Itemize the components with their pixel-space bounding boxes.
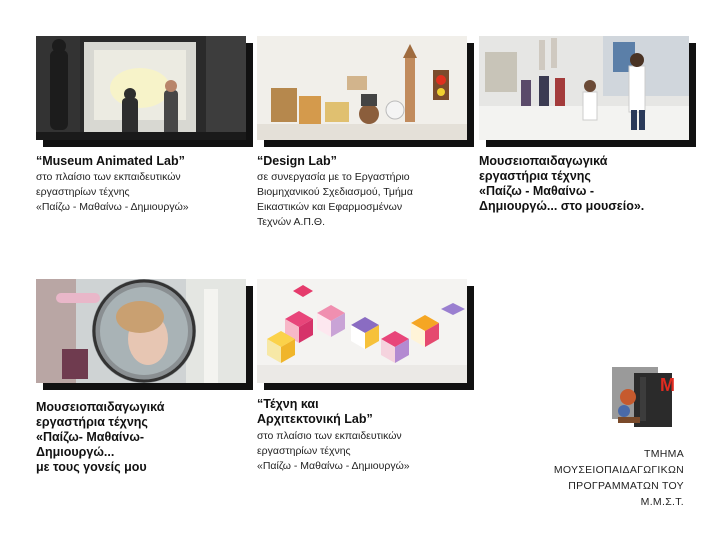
department-name: ΤΜΗΜΑ ΜΟΥΣΕΙΟΠΑΙΔΑΓΩΓΙΚΩΝ ΠΡΟΓΡΑΜΜΑΤΩΝ Τ… [554,446,684,510]
card-subtitle-line: στο πλαίσιο των εκπαιδευτικών [36,171,181,183]
card-title-line: «Παίζω- Μαθαίνω- [36,430,145,444]
card-subtitle-line: Εικαστικών και Εφαρμοσμένων [257,201,403,213]
card-title-line: “Design Lab” [257,154,337,168]
logo-letter: M [660,375,675,395]
card-title-line: Μουσειοπαιδαγωγικά [36,400,165,414]
card-subtitle-line: εργαστηρίων τέχνης [257,445,351,457]
paper-cube-structures-photo [257,279,467,383]
workshop-shadow-theatre-photo [36,36,246,140]
department-line: ΜΟΥΣΕΙΟΠΑΙΔΑΓΩΓΙΚΩΝ [553,464,684,476]
card-subtitle-line: στο πλαίσιο των εκπαιδευτικών [257,430,402,442]
card-subtitle-line: «Παίζω - Μαθαίνω - Δημιουργώ» [36,201,189,213]
card-subtitle-line: εργαστηρίων τέχνης [36,186,130,198]
department-line: Μ.Μ.Σ.Τ. [640,496,684,508]
card-title-line: Μουσειοπαιδαγωγικά [479,154,608,168]
card-title-line: με τους γονείς μου [36,460,147,474]
card-title-line: «Παίζω - Μαθαίνω - [479,184,595,198]
card-title-line: εργαστήρια τέχνης [36,415,148,429]
department-line: ΠΡΟΓΡΑΜΜΑΤΩΝ ΤΟΥ [568,480,684,492]
card-subtitle-line: Βιομηχανικού Σχεδιασμού, Τμήμα [257,186,413,198]
museum-logo-icon: M [612,367,684,433]
card-title-line: “Museum Animated Lab” [36,154,185,168]
card-title-line: Δημιουργώ... [36,445,115,459]
card-title-line: Δημιουργώ... στο μουσείο». [479,199,645,213]
card-subtitle-line: «Παίζω - Μαθαίνω - Δημιουργώ» [257,460,410,472]
design-lab-objects-photo [257,36,467,140]
card-title-line: “Τέχνη και [257,397,319,411]
card-subtitle-line: Τεχνών Α.Π.Θ. [257,216,325,228]
department-line: ΤΜΗΜΑ [644,448,684,460]
children-dancing-museum-photo [479,36,689,140]
card-title-line: εργαστήρια τέχνης [479,169,591,183]
card-title-line: Αρχιτεκτονική Lab” [257,412,373,426]
card-subtitle-line: σε συνεργασία με το Εργαστήριο [257,171,410,183]
child-with-lens-photo [36,279,246,383]
